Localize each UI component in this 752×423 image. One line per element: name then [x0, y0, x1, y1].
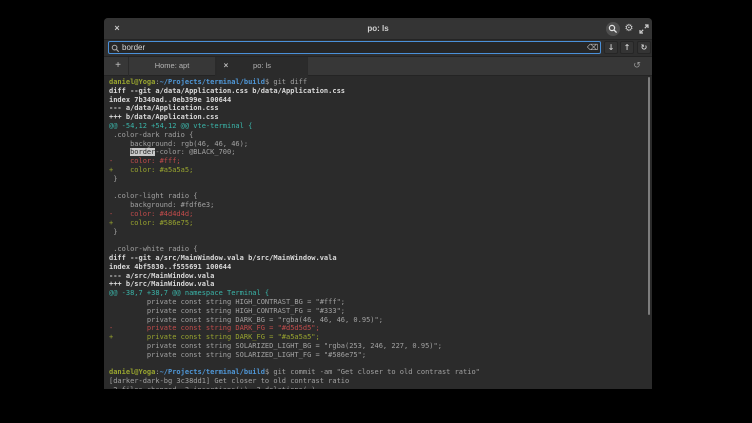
- terminal-line: }: [109, 175, 652, 184]
- terminal-line: @@ -54,12 +54,12 @@ vte-terminal {: [109, 122, 652, 131]
- tab-close-icon[interactable]: ×: [221, 57, 231, 76]
- terminal-line: --- a/data/Application.css: [109, 104, 652, 113]
- terminal-line: [109, 360, 652, 369]
- terminal-line: daniel@Yoga:~/Projects/terminal/build$ g…: [109, 368, 652, 377]
- terminal-line: - color: #fff;: [109, 157, 652, 166]
- history-button[interactable]: ↺: [630, 57, 644, 76]
- expand-icon: [637, 24, 651, 34]
- tab-label: po: ls: [253, 61, 271, 70]
- terminal-window: × po: ls ⚙ ⌫: [104, 18, 652, 389]
- terminal-line: [109, 236, 652, 245]
- terminal-line: .color-dark radio {: [109, 131, 652, 140]
- titlebar[interactable]: × po: ls ⚙: [104, 18, 652, 40]
- arrow-up-icon: ↑: [624, 43, 631, 52]
- terminal-line: @@ -38,7 +38,7 @@ namespace Terminal {: [109, 289, 652, 298]
- settings-button[interactable]: ⚙: [622, 22, 636, 36]
- gear-icon: ⚙: [625, 23, 634, 34]
- history-icon: ↺: [633, 61, 641, 71]
- clear-search-icon[interactable]: ⌫: [587, 42, 598, 53]
- new-tab-button[interactable]: +: [110, 57, 126, 76]
- search-entry[interactable]: ⌫: [108, 41, 601, 54]
- terminal-line: - color: #4d4d4d;: [109, 210, 652, 219]
- tab-po-ls[interactable]: × po: ls: [216, 57, 308, 76]
- tab-home-apt[interactable]: Home: apt: [128, 57, 216, 76]
- search-toggle-button[interactable]: [606, 22, 620, 36]
- terminal-line: .color-light radio {: [109, 192, 652, 201]
- search-icon: [606, 24, 620, 34]
- arrow-down-icon: ↓: [608, 43, 615, 52]
- search-input[interactable]: [122, 42, 562, 53]
- terminal-line: 2 files changed, 3 insertions(+), 3 dele…: [109, 386, 652, 389]
- terminal-line: [109, 184, 652, 193]
- terminal-line: +++ b/data/Application.css: [109, 113, 652, 122]
- terminal-line: +++ b/src/MainWindow.vala: [109, 280, 652, 289]
- terminal-line: background: #fdf6e3;: [109, 201, 652, 210]
- fullscreen-button[interactable]: [637, 22, 651, 36]
- terminal-line: [darker-dark-bg 3c38dd1] Get closer to o…: [109, 377, 652, 386]
- search-wrap-button[interactable]: ↻: [637, 41, 651, 54]
- terminal-line: private const string SOLARIZED_LIGHT_FG …: [109, 351, 652, 360]
- terminal-line: private const string HIGH_CONTRAST_BG = …: [109, 298, 652, 307]
- terminal-output[interactable]: daniel@Yoga:~/Projects/terminal/build$ g…: [104, 76, 652, 389]
- terminal-line: private const string SOLARIZED_LIGHT_BG …: [109, 342, 652, 351]
- terminal-line: --- a/src/MainWindow.vala: [109, 272, 652, 281]
- terminal-line: index 7b340ad..0eb399e 100644: [109, 96, 652, 105]
- terminal-line: + color: #a5a5a5;: [109, 166, 652, 175]
- terminal-line: - private const string DARK_FG = "#d5d5d…: [109, 324, 652, 333]
- terminal-line: background: rgb(46, 46, 46);: [109, 140, 652, 149]
- terminal-line: }: [109, 228, 652, 237]
- wrap-around-icon: ↻: [641, 43, 648, 52]
- terminal-line: border-color: @BLACK_700;: [109, 148, 652, 157]
- search-previous-button[interactable]: ↑: [620, 41, 634, 54]
- desktop-background: × po: ls ⚙ ⌫: [0, 0, 752, 423]
- search-bar: ⌫ ↓ ↑ ↻: [104, 40, 652, 57]
- terminal-line: + color: #586e75;: [109, 219, 652, 228]
- tab-bar: + Home: apt × po: ls ↺: [104, 57, 652, 76]
- terminal-line: diff --git a/data/Application.css b/data…: [109, 87, 652, 96]
- terminal-line: private const string DARK_BG = "rgba(46,…: [109, 316, 652, 325]
- terminal-line: index 4bf5830..f555691 100644: [109, 263, 652, 272]
- window-title: po: ls: [104, 18, 652, 40]
- terminal-line: + private const string DARK_FG = "#a5a5a…: [109, 333, 652, 342]
- terminal-line: daniel@Yoga:~/Projects/terminal/build$ g…: [109, 78, 652, 87]
- tab-label: Home: apt: [155, 61, 190, 70]
- search-next-button[interactable]: ↓: [604, 41, 618, 54]
- terminal-line: diff --git a/src/MainWindow.vala b/src/M…: [109, 254, 652, 263]
- terminal-line: .color-white radio {: [109, 245, 652, 254]
- terminal-line: private const string HIGH_CONTRAST_FG = …: [109, 307, 652, 316]
- terminal-scrollbar[interactable]: [648, 77, 650, 315]
